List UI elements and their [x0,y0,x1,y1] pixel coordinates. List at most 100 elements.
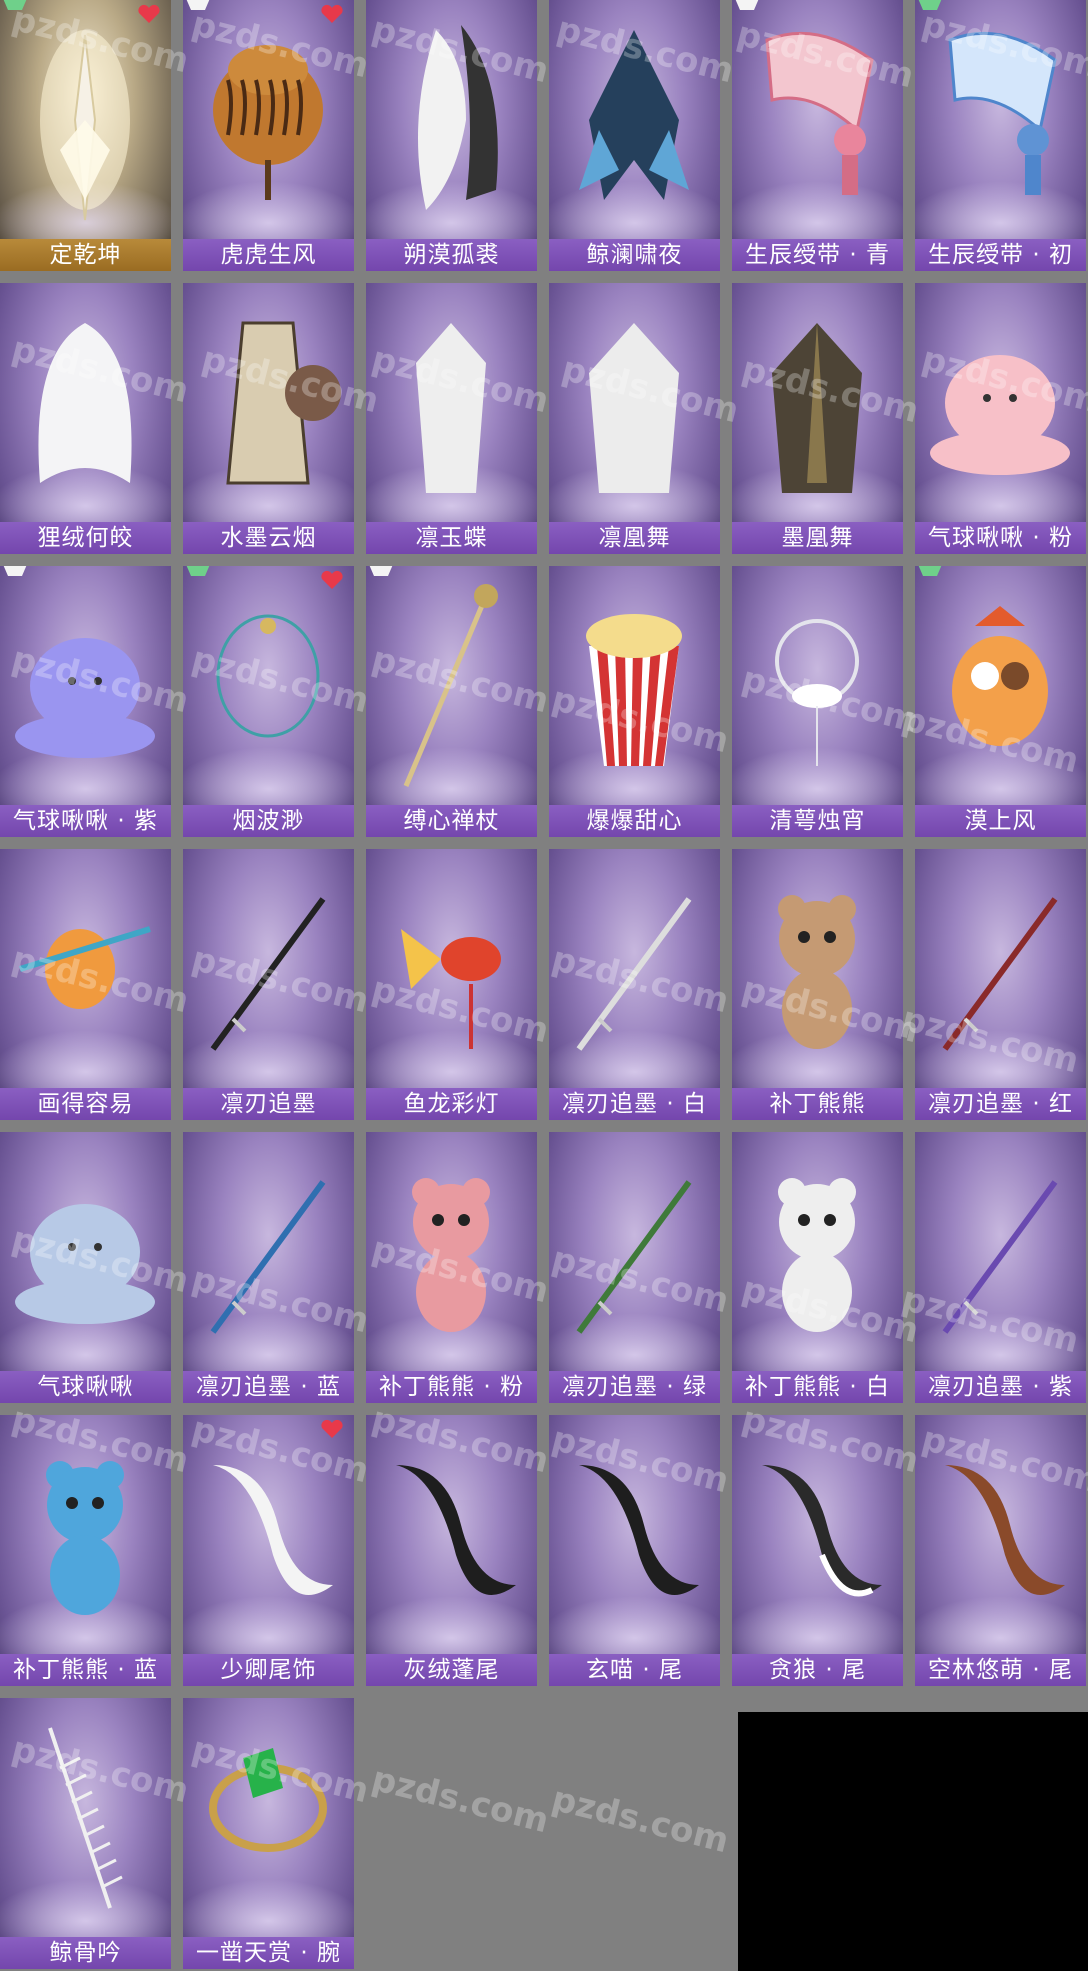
cyan-bear-art [46,1461,124,1615]
item-card[interactable]: 墨凰舞 [732,283,903,554]
sword-glow-art [40,30,130,221]
item-name-label: 玄喵 · 尾 [549,1654,720,1686]
item-card[interactable]: 水墨云烟 [183,283,354,554]
item-name-label: 灰绒蓬尾 [366,1654,537,1686]
tiger-costume-art [213,45,323,200]
item-card[interactable]: 凛玉蝶 [366,283,537,554]
item-card[interactable]: 贪狼 · 尾 [732,1415,903,1686]
item-card[interactable]: 凛刃追墨 · 蓝 [183,1132,354,1403]
item-card[interactable]: 气球啾啾 · 粉 [915,283,1086,554]
item-name-label: 缚心禅杖 [366,805,537,837]
item-name-label: 气球啾啾 · 紫 [0,805,171,837]
necklace-art [216,614,320,738]
item-card[interactable]: 虎虎生风 [183,0,354,271]
item-name-label: 凛玉蝶 [366,522,537,554]
item-card[interactable]: 少卿尾饰 [183,1415,354,1686]
item-card[interactable]: 补丁熊熊 · 粉 [366,1132,537,1403]
item-card[interactable]: 一凿天赏 · 腕 [183,1698,354,1969]
lotus-ring-art [775,619,859,766]
item-name-label: 虎虎生风 [183,239,354,271]
item-card[interactable]: 爆爆甜心 [549,566,720,837]
item-name-label: 朔漠孤裘 [366,239,537,271]
skunk-tail-art [762,1465,882,1597]
item-card[interactable]: 朔漠孤裘 [366,0,537,271]
item-card[interactable]: 凛刃追墨 · 红 [915,849,1086,1120]
item-name-label: 狸绒何皎 [0,522,171,554]
brown-bear-art [778,895,856,1049]
popcorn-art [586,614,682,766]
item-card[interactable]: 玄喵 · 尾 [549,1415,720,1686]
item-name-label: 补丁熊熊 · 蓝 [0,1654,171,1686]
heart-icon [321,570,343,589]
pink-balloon-art [930,355,1070,475]
item-name-label: 空林悠萌 · 尾 [915,1654,1086,1686]
white-phoenix-robe-art [589,323,679,493]
dark-phoenix-robe-art [772,323,862,493]
white-tag-icon [369,566,393,576]
item-card[interactable]: 定乾坤 [0,0,171,271]
item-card[interactable]: 缚心禅杖 [366,566,537,837]
item-name-label: 补丁熊熊 · 粉 [366,1371,537,1403]
item-name-label: 凛刃追墨 · 蓝 [183,1371,354,1403]
item-grid: 定乾坤 虎虎生风 朔漠孤裘 鲸澜啸夜 生辰绶带 · 青生辰绶带 · 初狸绒何皎 水墨云烟凛… [0,0,1088,1971]
pink-bear-art [412,1178,490,1332]
item-name-label: 一凿天赏 · 腕 [183,1937,354,1969]
item-card[interactable]: 凛刃追墨 · 紫 [915,1132,1086,1403]
item-card[interactable]: 气球啾啾 [0,1132,171,1403]
item-name-label: 墨凰舞 [732,522,903,554]
item-card[interactable]: 鲸骨吟 [0,1698,171,1969]
white-hair-art [38,323,132,483]
item-name-label: 定乾坤 [0,239,171,271]
black-tail-art [396,1465,516,1595]
blue-balloon-art [15,1204,155,1324]
white-tag-icon [186,0,210,10]
blue-sash-art [948,31,1057,195]
item-card[interactable]: 画得容易 [0,849,171,1120]
item-name-label: 漠上风 [915,805,1086,837]
item-card[interactable]: 补丁熊熊 · 白 [732,1132,903,1403]
emerald-bracelet-art [209,1748,327,1852]
bone-hairpin-art [48,1727,123,1909]
item-card[interactable]: 狸绒何皎 [0,283,171,554]
item-card[interactable]: 空林悠萌 · 尾 [915,1415,1086,1686]
blue-sword-art [210,1180,326,1334]
item-name-label: 画得容易 [0,1088,171,1120]
pink-sash-art [765,31,874,195]
item-card[interactable]: 鱼龙彩灯 [366,849,537,1120]
white-bear-art [778,1178,856,1332]
item-name-label: 凛刃追墨 · 紫 [915,1371,1086,1403]
ink-robe-art [226,321,341,485]
green-sword-art [576,1180,692,1334]
item-card[interactable]: 鲸澜啸夜 [549,0,720,271]
black-sword-art [210,897,326,1051]
heart-icon [321,1419,343,1438]
item-name-label: 凛刃追墨 · 白 [549,1088,720,1120]
item-card[interactable]: 生辰绶带 · 青 [732,0,903,271]
item-name-label: 气球啾啾 · 粉 [915,522,1086,554]
item-card[interactable]: 灰绒蓬尾 [366,1415,537,1686]
item-card[interactable]: 生辰绶带 · 初 [915,0,1086,271]
item-card[interactable]: 清萼烛宵 [732,566,903,837]
white-butterfly-robe-art [416,323,486,493]
staff-art [403,584,498,787]
white-sword-art [576,897,692,1051]
item-name-label: 鲸澜啸夜 [549,239,720,271]
raccoon-tail-art [945,1465,1065,1595]
black-panel [738,1712,1088,1971]
item-card[interactable]: 凛刃追墨 [183,849,354,1120]
white-tail-art [213,1465,333,1595]
item-name-label: 贪狼 · 尾 [732,1654,903,1686]
item-card[interactable]: 气球啾啾 · 紫 [0,566,171,837]
white-fur-cloak-art [418,25,498,210]
item-card[interactable]: 补丁熊熊 · 蓝 [0,1415,171,1686]
item-card[interactable]: 凛刃追墨 · 白 [549,849,720,1120]
item-name-label: 凛刃追墨 · 红 [915,1088,1086,1120]
item-card[interactable]: 凛刃追墨 · 绿 [549,1132,720,1403]
item-name-label: 凛刃追墨 [183,1088,354,1120]
blue-feather-coat-art [579,30,689,200]
item-card[interactable]: 凛凰舞 [549,283,720,554]
item-card[interactable]: 漠上风 [915,566,1086,837]
item-card[interactable]: 烟波渺 [183,566,354,837]
white-tag-icon [3,566,27,576]
item-card[interactable]: 补丁熊熊 [732,849,903,1120]
